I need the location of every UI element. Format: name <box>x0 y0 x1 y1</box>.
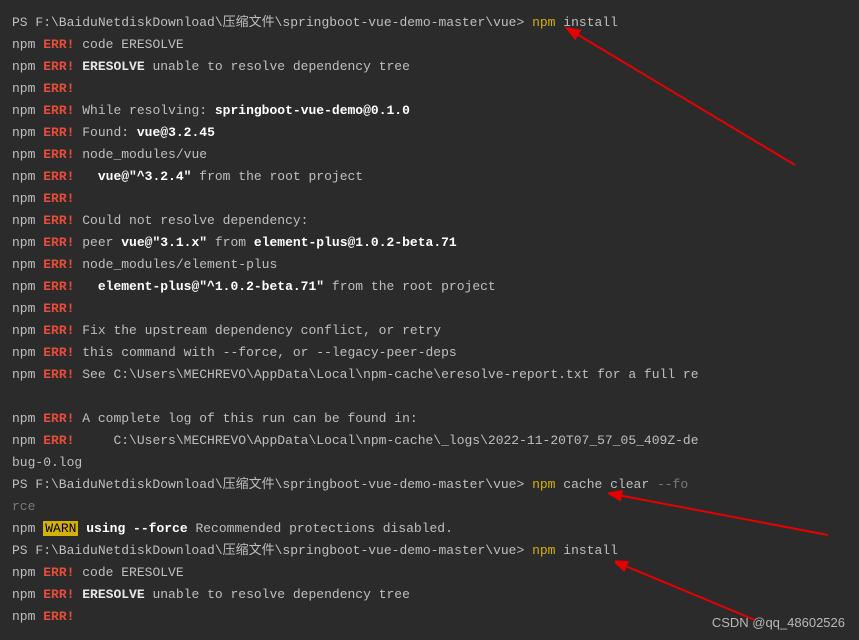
err-line: npm ERR! vue@"^3.2.4" from the root proj… <box>12 166 847 188</box>
prompt-path: PS F:\BaiduNetdiskDownload\压缩文件\springbo… <box>12 15 532 30</box>
blank-line <box>12 386 847 408</box>
err-line: npm ERR! peer vue@"3.1.x" from element-p… <box>12 232 847 254</box>
err-line: npm ERR! <box>12 298 847 320</box>
err-line: npm ERR! <box>12 188 847 210</box>
prompt-line-2: PS F:\BaiduNetdiskDownload\压缩文件\springbo… <box>12 474 847 496</box>
err-line: npm ERR! Found: vue@3.2.45 <box>12 122 847 144</box>
watermark: CSDN @qq_48602526 <box>712 612 845 634</box>
log-wrap: bug-0.log <box>12 452 847 474</box>
warn-line: npm WARN using --force Recommended prote… <box>12 518 847 540</box>
prompt-line-3: PS F:\BaiduNetdiskDownload\压缩文件\springbo… <box>12 540 847 562</box>
err-line: npm ERR! node_modules/vue <box>12 144 847 166</box>
err-line: npm ERR! node_modules/element-plus <box>12 254 847 276</box>
err-line: npm ERR! While resolving: springboot-vue… <box>12 100 847 122</box>
err-line: npm ERR! ERESOLVE unable to resolve depe… <box>12 56 847 78</box>
err-line: npm ERR! code ERESOLVE <box>12 562 847 584</box>
err-tag: ERR! <box>43 37 74 52</box>
cmd-install: install <box>563 15 618 30</box>
flag-wrap: rce <box>12 496 847 518</box>
err-line: npm ERR! Fix the upstream dependency con… <box>12 320 847 342</box>
warn-tag: WARN <box>43 521 78 536</box>
err-line: npm ERR! Could not resolve dependency: <box>12 210 847 232</box>
err-line: npm ERR! See C:\Users\MECHREVO\AppData\L… <box>12 364 847 386</box>
prompt-line-1: PS F:\BaiduNetdiskDownload\压缩文件\springbo… <box>12 12 847 34</box>
err-line: npm ERR! element-plus@"^1.0.2-beta.71" f… <box>12 276 847 298</box>
err-line: npm ERR! code ERESOLVE <box>12 34 847 56</box>
err-line: npm ERR! <box>12 78 847 100</box>
err-line: npm ERR! ERESOLVE unable to resolve depe… <box>12 584 847 606</box>
cmd-npm: npm <box>532 15 555 30</box>
err-line: npm ERR! C:\Users\MECHREVO\AppData\Local… <box>12 430 847 452</box>
err-line: npm ERR! A complete log of this run can … <box>12 408 847 430</box>
err-line: npm ERR! this command with --force, or -… <box>12 342 847 364</box>
